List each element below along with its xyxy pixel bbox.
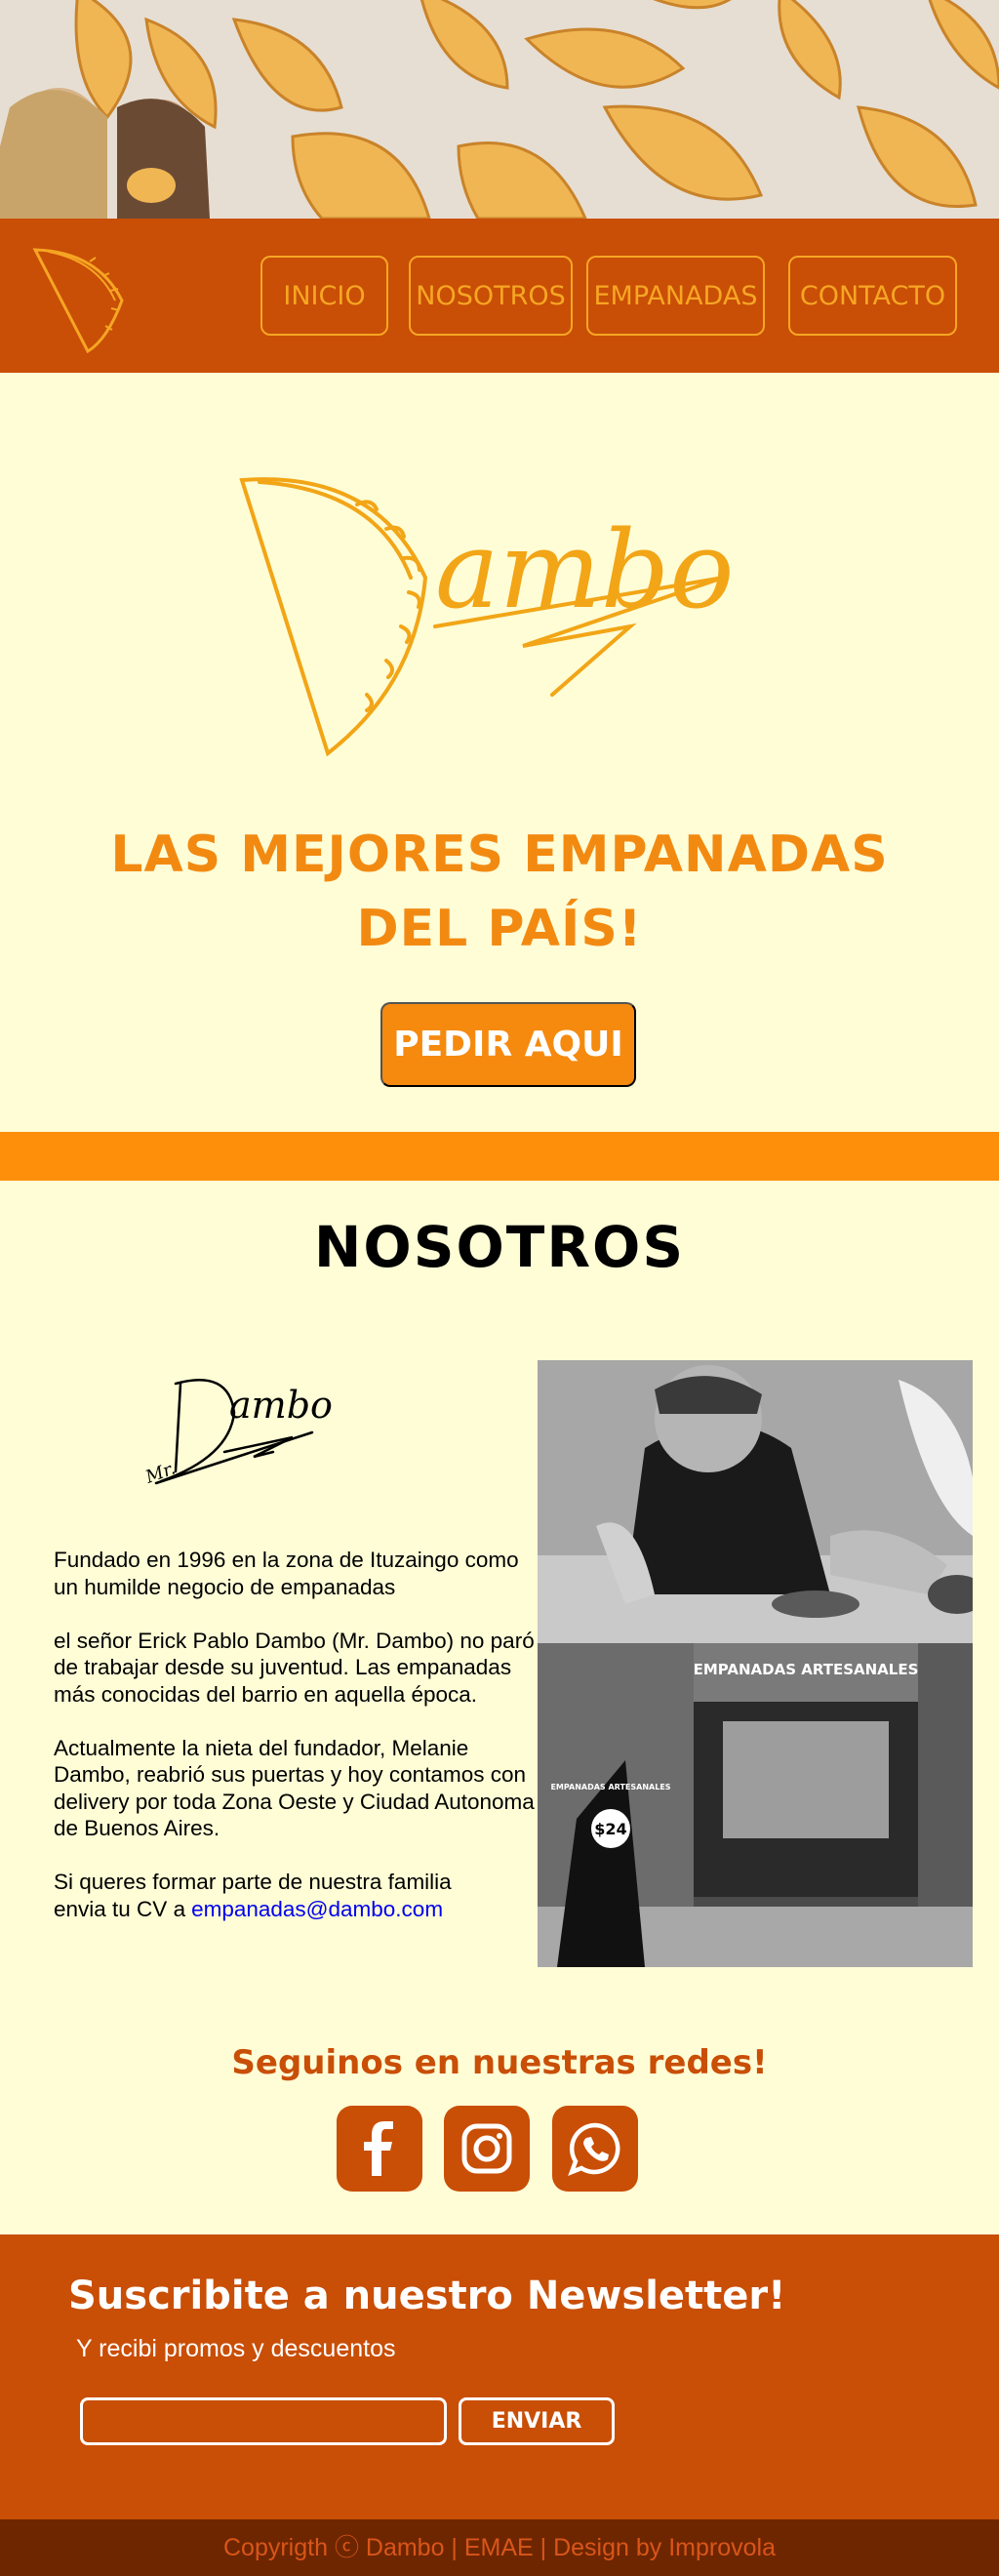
email-link[interactable]: empanadas@dambo.com (191, 1897, 443, 1921)
signature-prefix: Mr. (142, 1458, 179, 1488)
cv-text: envia tu CV a (54, 1896, 186, 1921)
slogan-line-1: LAS MEJORES EMPANADAS (110, 825, 889, 884)
about-photo-collage: EMPANADAS ARTESANALES EMPANADAS ARTESANA… (538, 1360, 973, 1967)
whatsapp-icon (568, 2122, 620, 2176)
store-board-text: EMPANADAS ARTESANALES (550, 1783, 670, 1791)
section-divider (0, 1132, 999, 1181)
cv-line-1: Si queres formar parte de nuestra famili… (54, 1870, 452, 1894)
whatsapp-button[interactable] (552, 2106, 638, 2192)
facebook-button[interactable] (337, 2106, 422, 2192)
newsletter-email-input[interactable] (80, 2397, 447, 2445)
cv-line-2: envia tu CV a empanadas@dambo.com (54, 1896, 541, 1923)
enviar-button[interactable]: ENVIAR (459, 2397, 615, 2445)
instagram-icon (461, 2123, 512, 2174)
instagram-button[interactable] (444, 2106, 530, 2192)
facebook-icon (364, 2121, 393, 2176)
store-price-text: $24 (594, 1820, 626, 1838)
newsletter-subtitle: Y recibi promos y descuentos (76, 2335, 396, 2362)
pedir-aqui-button[interactable]: PEDIR AQUI (380, 1002, 636, 1087)
footer: Copyrigth ⓒ Dambo | EMAE | Design by Imp… (0, 2519, 999, 2576)
navbar: INICIO NOSOTROS EMPANADAS CONTACTO (0, 219, 999, 373)
newsletter-section: Suscribite a nuestro Newsletter! Y recib… (0, 2234, 999, 2519)
empanada-logo-icon[interactable] (29, 232, 137, 357)
nav-contacto[interactable]: CONTACTO (788, 256, 957, 336)
about-text: Fundado en 1996 en la zona de Ituzaingo … (54, 1547, 541, 1922)
hero-photo-empanadas (0, 0, 999, 219)
about-paragraph-3: Actualmente la nieta del fundador, Melan… (54, 1735, 535, 1841)
section-title-nosotros: NOSOTROS (313, 1214, 686, 1280)
slogan-line-2: DEL PAÍS! (356, 900, 643, 958)
about-paragraph-1: Fundado en 1996 en la zona de Ituzaingo … (54, 1548, 519, 1599)
dambo-logo-text: ambo (435, 507, 735, 632)
hero-slogan: LAS MEJORES EMPANADAS DEL PAÍS! (0, 818, 999, 966)
mr-dambo-signature: ambo Mr. (142, 1379, 332, 1488)
nav-inicio[interactable]: INICIO (260, 256, 388, 336)
nav-empanadas[interactable]: EMPANADAS (586, 256, 765, 336)
signature-text: ambo (229, 1384, 332, 1427)
social-title: Seguinos en nuestras redes! (231, 2043, 768, 2082)
about-paragraph-2: el señor Erick Pablo Dambo (Mr. Dambo) n… (54, 1628, 535, 1707)
store-sign-text: EMPANADAS ARTESANALES (694, 1661, 919, 1678)
newsletter-title: Suscribite a nuestro Newsletter! (68, 2274, 786, 2318)
dambo-brand-logo: ambo (239, 477, 735, 757)
nav-nosotros[interactable]: NOSOTROS (409, 256, 573, 336)
footer-copyright: Copyrigth ⓒ Dambo | EMAE | Design by Imp… (223, 2534, 776, 2561)
